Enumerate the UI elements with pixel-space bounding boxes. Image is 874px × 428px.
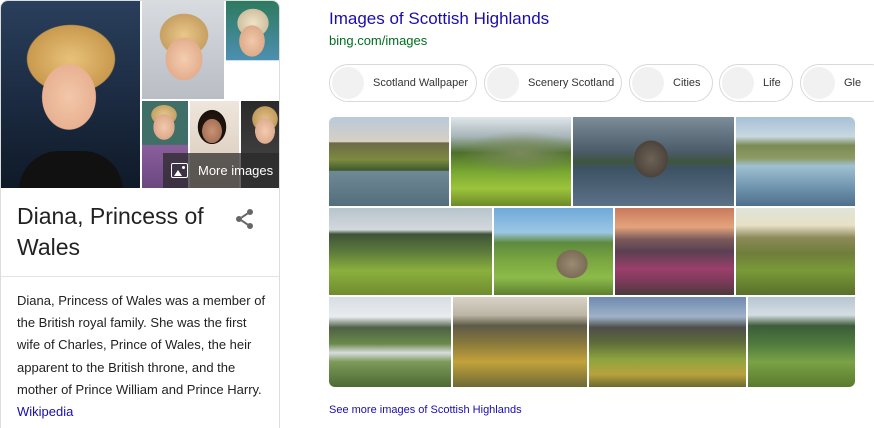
more-images-button[interactable]: More images	[163, 153, 279, 188]
see-more-images-link[interactable]: See more images of Scottish Highlands	[329, 404, 522, 416]
chip-label: Scotland Wallpaper	[373, 77, 468, 89]
chip-thumbnail	[487, 67, 519, 99]
image-tile[interactable]	[494, 208, 613, 295]
chip-scotland-wallpaper[interactable]: Scotland Wallpaper	[329, 64, 477, 102]
chip-scenery-scotland[interactable]: Scenery Scotland	[484, 64, 622, 102]
wikipedia-link[interactable]: Wikipedia	[17, 404, 73, 419]
entity-title: Diana, Princess of Wales	[17, 203, 204, 260]
related-searches-chips: Scotland Wallpaper Scenery Scotland Citi…	[329, 64, 874, 102]
entity-description: Diana, Princess of Wales was a member of…	[17, 290, 269, 423]
image-tile[interactable]	[329, 117, 449, 206]
image-tile[interactable]	[453, 297, 587, 387]
chip-cities[interactable]: Cities	[629, 64, 713, 102]
image-tile[interactable]	[329, 208, 492, 295]
chip-gle[interactable]: Gle	[800, 64, 874, 102]
image-tile[interactable]	[615, 208, 734, 295]
image-answer-title[interactable]: Images of Scottish Highlands	[329, 9, 549, 29]
chip-thumbnail	[803, 67, 835, 99]
image-tile[interactable]	[329, 297, 451, 387]
photo-collage: More images	[1, 1, 279, 188]
chip-thumbnail	[722, 67, 754, 99]
chip-label: Scenery Scotland	[528, 77, 615, 89]
chip-thumbnail	[632, 67, 664, 99]
image-grid	[329, 117, 855, 387]
photo-thumbnail[interactable]	[142, 1, 224, 99]
chip-thumbnail	[332, 67, 364, 99]
divider	[1, 276, 279, 277]
image-tile[interactable]	[573, 117, 734, 206]
photo-main[interactable]	[1, 1, 140, 188]
photo-thumbnail[interactable]	[226, 1, 279, 99]
image-tile[interactable]	[736, 117, 855, 206]
chip-life[interactable]: Life	[719, 64, 793, 102]
image-answer-url: bing.com/images	[329, 33, 428, 48]
image-tile[interactable]	[736, 208, 855, 295]
chip-label: Cities	[673, 77, 701, 89]
chip-label: Life	[763, 77, 781, 89]
knowledge-panel: More images Diana, Princess of Wales Dia…	[0, 0, 280, 428]
image-tile[interactable]	[748, 297, 855, 387]
image-tile[interactable]	[451, 117, 571, 206]
more-images-label: More images	[198, 163, 274, 178]
image-icon	[171, 163, 188, 178]
chip-label: Gle	[844, 77, 862, 89]
description-text: Diana, Princess of Wales was a member of…	[17, 293, 266, 397]
image-tile[interactable]	[589, 297, 746, 387]
share-icon[interactable]	[233, 207, 257, 231]
